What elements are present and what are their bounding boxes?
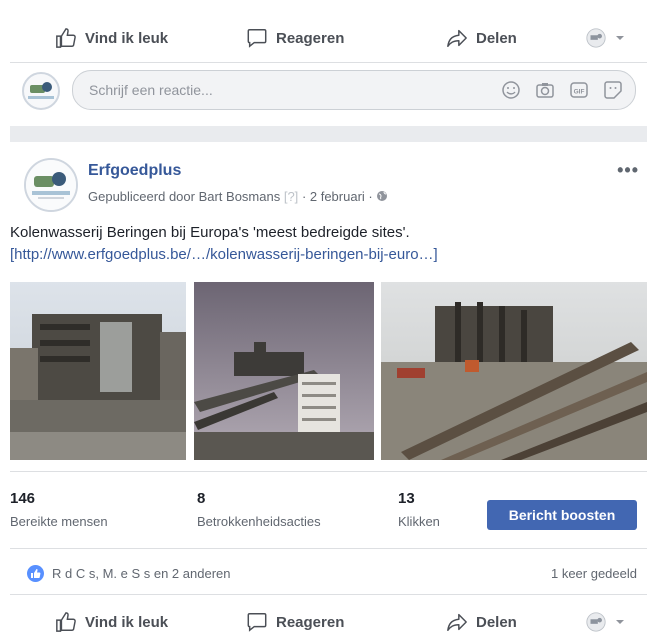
share-action-button[interactable]: Delen bbox=[446, 27, 517, 49]
bottom-action-bar: Vind ik leuk Reageren Delen bbox=[0, 600, 647, 644]
post-date[interactable]: · 2 februari · bbox=[302, 189, 373, 204]
post-link[interactable]: [http://www.erfgoedplus.be/…/kolenwasser… bbox=[10, 244, 438, 266]
audience-selector[interactable] bbox=[585, 27, 625, 49]
comment-input[interactable]: Schrijf een reactie... GIF bbox=[72, 70, 636, 110]
reaction-names[interactable]: R d C s, M. e S s en 2 anderen bbox=[52, 566, 230, 581]
divider bbox=[10, 471, 647, 472]
boost-post-button[interactable]: Bericht boosten bbox=[487, 500, 637, 530]
gif-icon[interactable]: GIF bbox=[569, 80, 589, 100]
top-action-bar: Vind ik leuk Reageren Delen bbox=[0, 16, 647, 60]
like-action-button[interactable]: Vind ik leuk bbox=[55, 27, 168, 49]
thumbs-up-icon bbox=[56, 612, 76, 632]
photo-grid bbox=[10, 282, 647, 460]
photo-2[interactable] bbox=[194, 282, 374, 460]
chevron-down-icon bbox=[616, 620, 624, 624]
comment-action-label: Reageren bbox=[276, 613, 345, 631]
emoji-icon[interactable] bbox=[501, 80, 521, 100]
stat-value: 13 bbox=[398, 490, 415, 507]
stat-engagement: 8 Betrokkenheidsacties bbox=[197, 490, 321, 529]
stat-label: Bereikte mensen bbox=[10, 514, 108, 529]
share-action-label: Delen bbox=[476, 29, 517, 47]
speech-bubble-icon bbox=[247, 29, 267, 48]
comment-action-label: Reageren bbox=[276, 29, 345, 47]
divider bbox=[10, 62, 647, 63]
post-header: Erfgoedplus Gepubliceerd door Bart Bosma… bbox=[0, 150, 647, 220]
share-arrow-icon bbox=[447, 29, 467, 47]
thumbs-up-icon bbox=[56, 28, 76, 48]
help-mark[interactable]: [?] bbox=[284, 189, 298, 204]
page-avatar[interactable] bbox=[24, 158, 78, 212]
camera-icon[interactable] bbox=[535, 80, 555, 100]
share-action-label: Delen bbox=[476, 613, 517, 631]
comment-placeholder: Schrijf een reactie... bbox=[89, 82, 213, 98]
like-action-button[interactable]: Vind ik leuk bbox=[55, 611, 168, 633]
avatar bbox=[22, 72, 60, 110]
stat-value: 8 bbox=[197, 490, 206, 507]
post-text: Kolenwasserij Beringen bij Europa's 'mee… bbox=[10, 224, 410, 241]
share-count[interactable]: 1 keer gedeeld bbox=[551, 566, 637, 581]
audience-selector[interactable] bbox=[585, 611, 625, 633]
avatar-mini-icon bbox=[586, 28, 606, 48]
stat-label: Betrokkenheidsacties bbox=[197, 514, 321, 529]
comment-composer: Schrijf een reactie... GIF bbox=[0, 68, 647, 116]
post-separator bbox=[10, 126, 647, 142]
post-body: Kolenwasserij Beringen bij Europa's 'mee… bbox=[10, 222, 438, 266]
divider bbox=[10, 548, 647, 549]
stat-clicks: 13 Klikken bbox=[398, 490, 440, 529]
share-action-button[interactable]: Delen bbox=[446, 611, 517, 633]
more-options-button[interactable]: ••• bbox=[617, 160, 639, 181]
post-meta: Gepubliceerd door Bart Bosmans [?] · 2 f… bbox=[88, 189, 388, 204]
stat-value: 146 bbox=[10, 490, 36, 507]
sticker-icon[interactable] bbox=[603, 80, 623, 100]
comment-action-button[interactable]: Reageren bbox=[246, 27, 344, 49]
svg-text:GIF: GIF bbox=[574, 89, 585, 96]
published-by: Gepubliceerd door Bart Bosmans bbox=[88, 189, 281, 204]
avatar-mini-icon bbox=[586, 612, 606, 632]
reactions-row: R d C s, M. e S s en 2 anderen 1 keer ge… bbox=[0, 560, 647, 590]
divider bbox=[10, 594, 647, 595]
stat-label: Klikken bbox=[398, 514, 440, 529]
photo-1[interactable] bbox=[10, 282, 186, 460]
comment-action-button[interactable]: Reageren bbox=[246, 611, 344, 633]
globe-icon bbox=[377, 191, 388, 201]
like-action-label: Vind ik leuk bbox=[85, 29, 169, 47]
like-action-label: Vind ik leuk bbox=[85, 613, 169, 631]
like-reaction-icon bbox=[27, 565, 44, 582]
stat-reach: 146 Bereikte mensen bbox=[10, 490, 108, 529]
page-name-link[interactable]: Erfgoedplus bbox=[88, 162, 181, 180]
share-arrow-icon bbox=[447, 613, 467, 631]
speech-bubble-icon bbox=[247, 613, 267, 632]
chevron-down-icon bbox=[616, 36, 624, 40]
photo-3[interactable] bbox=[381, 282, 647, 460]
